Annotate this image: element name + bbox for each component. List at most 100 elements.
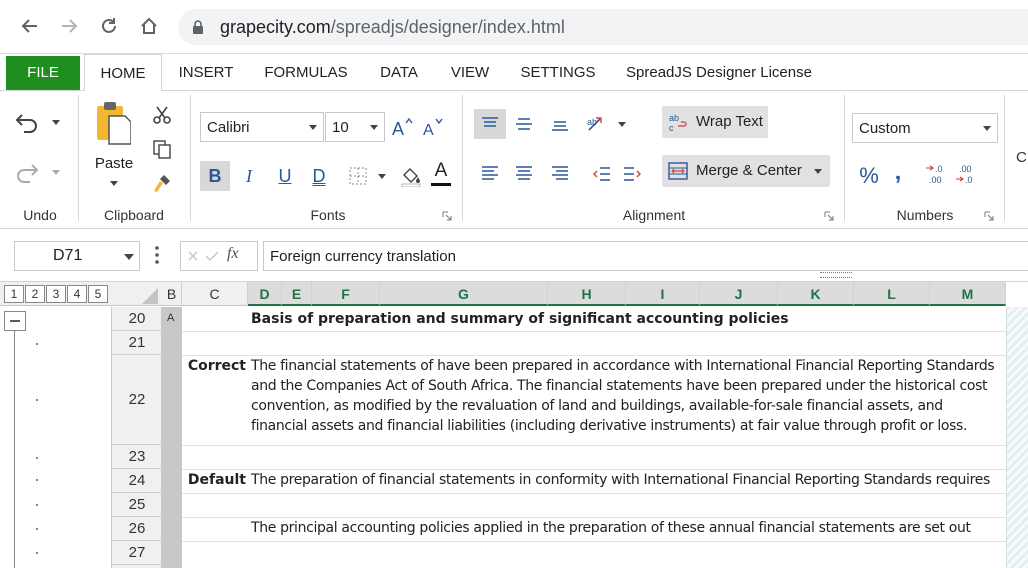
row-header-26[interactable]: 26 [112, 517, 162, 541]
address-bar[interactable]: grapecity.com/spreadjs/designer/index.ht… [178, 9, 1028, 45]
outline-level-4[interactable]: 4 [67, 285, 87, 303]
fonts-launcher-icon[interactable] [442, 209, 452, 221]
comma-style-button[interactable]: ‚ [888, 157, 908, 187]
column-header-f[interactable]: F [312, 282, 380, 306]
tab-designer-license[interactable]: SpreadJS Designer License [616, 54, 822, 91]
italic-button[interactable]: I [236, 161, 262, 191]
align-bottom-button[interactable] [546, 109, 574, 139]
formula-bar-resize-handle[interactable] [820, 272, 852, 278]
column-header-d[interactable]: D [248, 282, 282, 306]
decrease-font-button[interactable]: A [420, 115, 444, 139]
cell-d24[interactable]: The preparation of financial statements … [251, 472, 990, 488]
cell-c24[interactable]: Default [184, 472, 246, 488]
home-button[interactable] [135, 12, 163, 40]
decrease-decimal-button[interactable]: .00.0 [954, 161, 980, 187]
row-header-22[interactable]: 22 [112, 355, 162, 445]
increase-indent-button[interactable] [618, 159, 646, 189]
percent-button[interactable]: % [856, 161, 882, 191]
reload-button[interactable] [95, 12, 123, 40]
number-format-select[interactable]: Custom [852, 113, 998, 143]
column-header-i[interactable]: I [626, 282, 700, 306]
row-header-21[interactable]: 21 [112, 331, 162, 355]
increase-font-button[interactable]: A [390, 115, 414, 139]
tab-data[interactable]: DATA [368, 54, 430, 91]
name-box[interactable]: D71 [14, 241, 140, 271]
borders-button[interactable] [344, 163, 372, 189]
select-all-corner[interactable] [142, 288, 158, 304]
cut-button[interactable] [150, 103, 174, 127]
tab-formulas[interactable]: FORMULAS [254, 54, 358, 91]
undo-dropdown-icon[interactable] [50, 117, 62, 127]
column-header-b[interactable]: B [162, 282, 182, 306]
row-header-23[interactable]: 23 [112, 445, 162, 469]
orientation-dropdown-icon[interactable] [616, 119, 628, 129]
cell-b20[interactable]: A [167, 312, 174, 324]
font-size-select[interactable]: 10 [325, 112, 385, 142]
cell-d26[interactable]: The principal accounting policies applie… [251, 520, 971, 536]
font-name-select[interactable]: Calibri [200, 112, 324, 142]
merge-center-button[interactable]: Merge & Center [662, 155, 830, 187]
column-header-c[interactable]: C [182, 282, 248, 306]
outline-level-1[interactable]: 1 [4, 285, 24, 303]
orientation-button[interactable]: ab [584, 109, 610, 139]
cell-d20[interactable]: Basis of preparation and summary of sign… [251, 311, 789, 327]
tab-home[interactable]: HOME [84, 54, 162, 92]
format-painter-button[interactable] [150, 171, 174, 195]
column-header-m[interactable]: M [930, 282, 1006, 306]
column-header-h[interactable]: H [548, 282, 626, 306]
paste-button[interactable] [94, 99, 132, 147]
redo-dropdown-icon[interactable] [50, 167, 62, 177]
column-header-l[interactable]: L [854, 282, 930, 306]
align-left-button[interactable] [476, 159, 504, 189]
double-underline-button[interactable]: D [306, 161, 332, 191]
reload-icon [102, 18, 116, 33]
align-right-button[interactable] [546, 159, 574, 189]
font-grow-icon: A [392, 117, 413, 137]
align-center-button[interactable] [510, 159, 538, 189]
back-button[interactable] [16, 12, 44, 40]
align-middle-button[interactable] [510, 109, 538, 139]
copy-button[interactable] [150, 137, 174, 161]
format-painter-icon [154, 175, 170, 192]
cell-d22[interactable]: The financial statements of have been pr… [251, 356, 1007, 436]
outline-level-3[interactable]: 3 [46, 285, 66, 303]
align-top-button[interactable] [474, 109, 506, 139]
fill-color-button[interactable] [398, 163, 424, 189]
underline-button[interactable]: U [272, 161, 298, 191]
tab-view[interactable]: VIEW [440, 54, 500, 91]
column-header-k[interactable]: K [778, 282, 854, 306]
more-options-icon[interactable] [154, 245, 162, 267]
row-header-20[interactable]: 20 [112, 307, 162, 331]
formula-input[interactable]: Foreign currency translation [263, 241, 1028, 271]
undo-button[interactable] [12, 107, 42, 137]
collapse-group-button[interactable] [4, 311, 26, 331]
borders-dropdown-icon[interactable] [376, 171, 388, 181]
cancel-icon[interactable] [187, 250, 199, 262]
decrease-indent-button[interactable] [588, 159, 616, 189]
tab-file[interactable]: FILE [6, 56, 80, 90]
row-header-25[interactable]: 25 [112, 493, 162, 517]
alignment-launcher-icon[interactable] [824, 209, 834, 221]
row-header-27[interactable]: 27 [112, 541, 162, 565]
confirm-icon[interactable] [205, 250, 219, 262]
redo-button[interactable] [12, 157, 42, 187]
column-header-g[interactable]: G [380, 282, 548, 306]
paste-label[interactable]: Paste [92, 155, 136, 172]
row-header-24[interactable]: 24 [112, 469, 162, 493]
numbers-launcher-icon[interactable] [984, 209, 994, 221]
tab-insert[interactable]: INSERT [168, 54, 244, 91]
column-header-j[interactable]: J [700, 282, 778, 306]
bold-button[interactable]: B [200, 161, 230, 191]
cell-c22[interactable]: Correct [184, 358, 246, 374]
column-header-e[interactable]: E [282, 282, 312, 306]
increase-decimal-button[interactable]: .0.00 [924, 161, 950, 187]
paste-dropdown-icon[interactable] [108, 179, 120, 187]
forward-button[interactable] [55, 12, 83, 40]
outline-level-5[interactable]: 5 [88, 285, 108, 303]
tab-settings[interactable]: SETTINGS [510, 54, 606, 91]
outline-dot [36, 504, 38, 506]
wrap-text-button[interactable]: ab c Wrap Text [662, 106, 768, 138]
outline-level-2[interactable]: 2 [25, 285, 45, 303]
insert-function-button[interactable]: fx [227, 245, 239, 263]
font-color-button[interactable]: A [428, 157, 454, 189]
